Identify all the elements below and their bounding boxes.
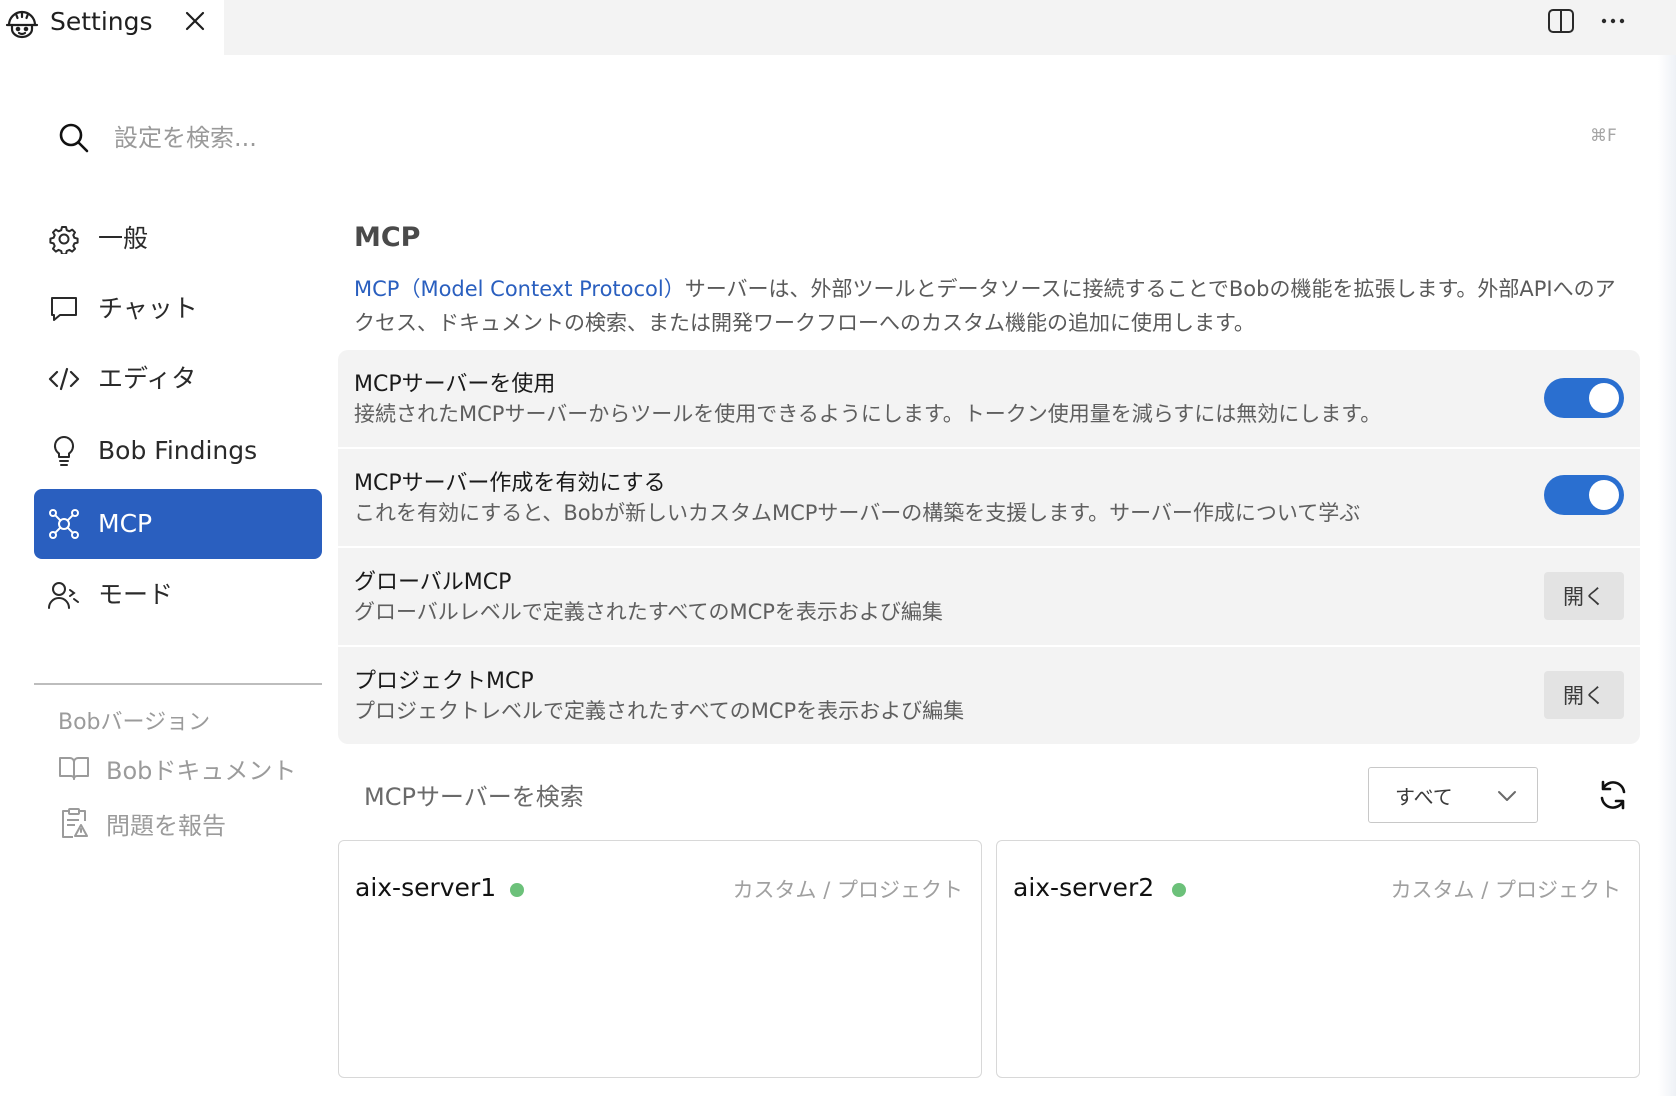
- bob-version-label: Bobバージョン: [58, 710, 211, 735]
- server-card-aix-server2[interactable]: aix-server2 カスタム / プロジェクト: [996, 840, 1640, 1078]
- users-icon: [48, 579, 80, 611]
- sidebar-item-chat[interactable]: チャット: [34, 274, 322, 344]
- setting-title: グローバルMCP: [354, 570, 512, 595]
- setting-title: プロジェクトMCP: [354, 669, 534, 694]
- server-meta: カスタム / プロジェクト: [1390, 878, 1621, 902]
- setting-description: グローバルレベルで定義されたすべてのMCPを表示および編集: [354, 600, 943, 624]
- setting-use-mcp-servers: MCPサーバーを使用 接続されたMCPサーバーからツールを使用できるようにします…: [338, 350, 1640, 447]
- chat-icon: [48, 293, 80, 325]
- mcp-network-icon: [48, 508, 80, 540]
- sidebar-item-modes[interactable]: モード: [34, 560, 322, 630]
- search-shortcut-hint: ⌘F: [1590, 126, 1617, 146]
- setting-title: MCPサーバーを使用: [354, 372, 556, 397]
- enable-mcp-creation-toggle[interactable]: [1544, 475, 1624, 515]
- settings-search-input[interactable]: [114, 118, 1494, 158]
- tab-title: Settings: [50, 7, 153, 36]
- open-global-mcp-button[interactable]: 開く: [1544, 572, 1624, 620]
- status-connected-indicator: [1172, 883, 1186, 897]
- server-name: aix-server1: [355, 873, 497, 902]
- gear-icon: [48, 223, 80, 255]
- sidebar-item-bob-findings[interactable]: Bob Findings: [34, 416, 322, 486]
- chevron-down-icon: [1498, 791, 1516, 801]
- setting-description: プロジェクトレベルで定義されたすべてのMCPを表示および編集: [354, 699, 965, 723]
- mcp-settings-card: MCPサーバーを使用 接続されたMCPサーバーからツールを使用できるようにします…: [338, 350, 1640, 744]
- toggle-knob: [1589, 383, 1619, 413]
- sidebar-item-label: 一般: [98, 224, 149, 253]
- code-icon: [48, 363, 80, 395]
- toggle-knob: [1589, 480, 1619, 510]
- setting-project-mcp: プロジェクトMCP プロジェクトレベルで定義されたすべてのMCPを表示および編集…: [338, 647, 1640, 744]
- sidebar-item-label: エディタ: [98, 364, 197, 393]
- search-icon: [59, 123, 89, 153]
- more-icon[interactable]: [1596, 4, 1630, 38]
- refresh-icon[interactable]: [1596, 778, 1630, 812]
- setting-enable-mcp-creation: MCPサーバー作成を有効にする これを有効にすると、Bobが新しいカスタムMCP…: [338, 449, 1640, 546]
- report-issue-icon: [58, 807, 90, 839]
- lightbulb-icon: [48, 435, 80, 467]
- bob-helmet-icon: [5, 10, 39, 39]
- page-title: MCP: [354, 222, 421, 253]
- report-issue-label: 問題を報告: [106, 811, 226, 840]
- tab-bar: Settings: [0, 0, 1676, 55]
- split-editor-icon[interactable]: [1544, 4, 1578, 38]
- book-icon: [58, 752, 90, 784]
- mcp-server-search-input[interactable]: [350, 775, 1250, 819]
- scrollbar[interactable]: [1658, 55, 1676, 1096]
- sidebar-item-label: MCP: [98, 509, 153, 538]
- status-connected-indicator: [510, 883, 524, 897]
- use-mcp-servers-toggle[interactable]: [1544, 378, 1624, 418]
- server-name: aix-server2: [1013, 873, 1155, 902]
- server-card-aix-server1[interactable]: aix-server1 カスタム / プロジェクト: [338, 840, 982, 1078]
- mcp-protocol-link[interactable]: MCP（Model Context Protocol）: [354, 277, 685, 301]
- sidebar-divider: [34, 683, 322, 685]
- server-meta: カスタム / プロジェクト: [732, 878, 963, 902]
- sidebar-item-mcp[interactable]: MCP: [34, 489, 322, 559]
- open-project-mcp-button[interactable]: 開く: [1544, 671, 1624, 719]
- sidebar-item-label: Bob Findings: [98, 436, 258, 465]
- setting-global-mcp: グローバルMCP グローバルレベルで定義されたすべてのMCPを表示および編集 開…: [338, 548, 1640, 645]
- tab-settings[interactable]: Settings: [0, 0, 224, 55]
- setting-title: MCPサーバー作成を有効にする: [354, 471, 666, 496]
- bob-docs-label: Bobドキュメント: [106, 756, 297, 785]
- server-filter-select[interactable]: すべて: [1368, 767, 1538, 823]
- setting-description: これを有効にすると、Bobが新しいカスタムMCPサーバーの構築を支援します。サー…: [354, 501, 1361, 525]
- sidebar-item-general[interactable]: 一般: [34, 204, 322, 274]
- filter-selected-value: すべて: [1395, 785, 1453, 809]
- mcp-description: MCP（Model Context Protocol）サーバーは、外部ツールとデ…: [354, 272, 1634, 340]
- bob-docs-link[interactable]: Bobドキュメント: [58, 748, 296, 788]
- close-icon[interactable]: [180, 6, 210, 36]
- report-issue-link[interactable]: 問題を報告: [58, 803, 226, 843]
- setting-description: 接続されたMCPサーバーからツールを使用できるようにします。トークン使用量を減ら…: [354, 402, 1382, 426]
- sidebar-item-label: モード: [98, 580, 174, 609]
- sidebar-item-editor[interactable]: エディタ: [34, 344, 322, 414]
- sidebar-item-label: チャット: [98, 294, 198, 323]
